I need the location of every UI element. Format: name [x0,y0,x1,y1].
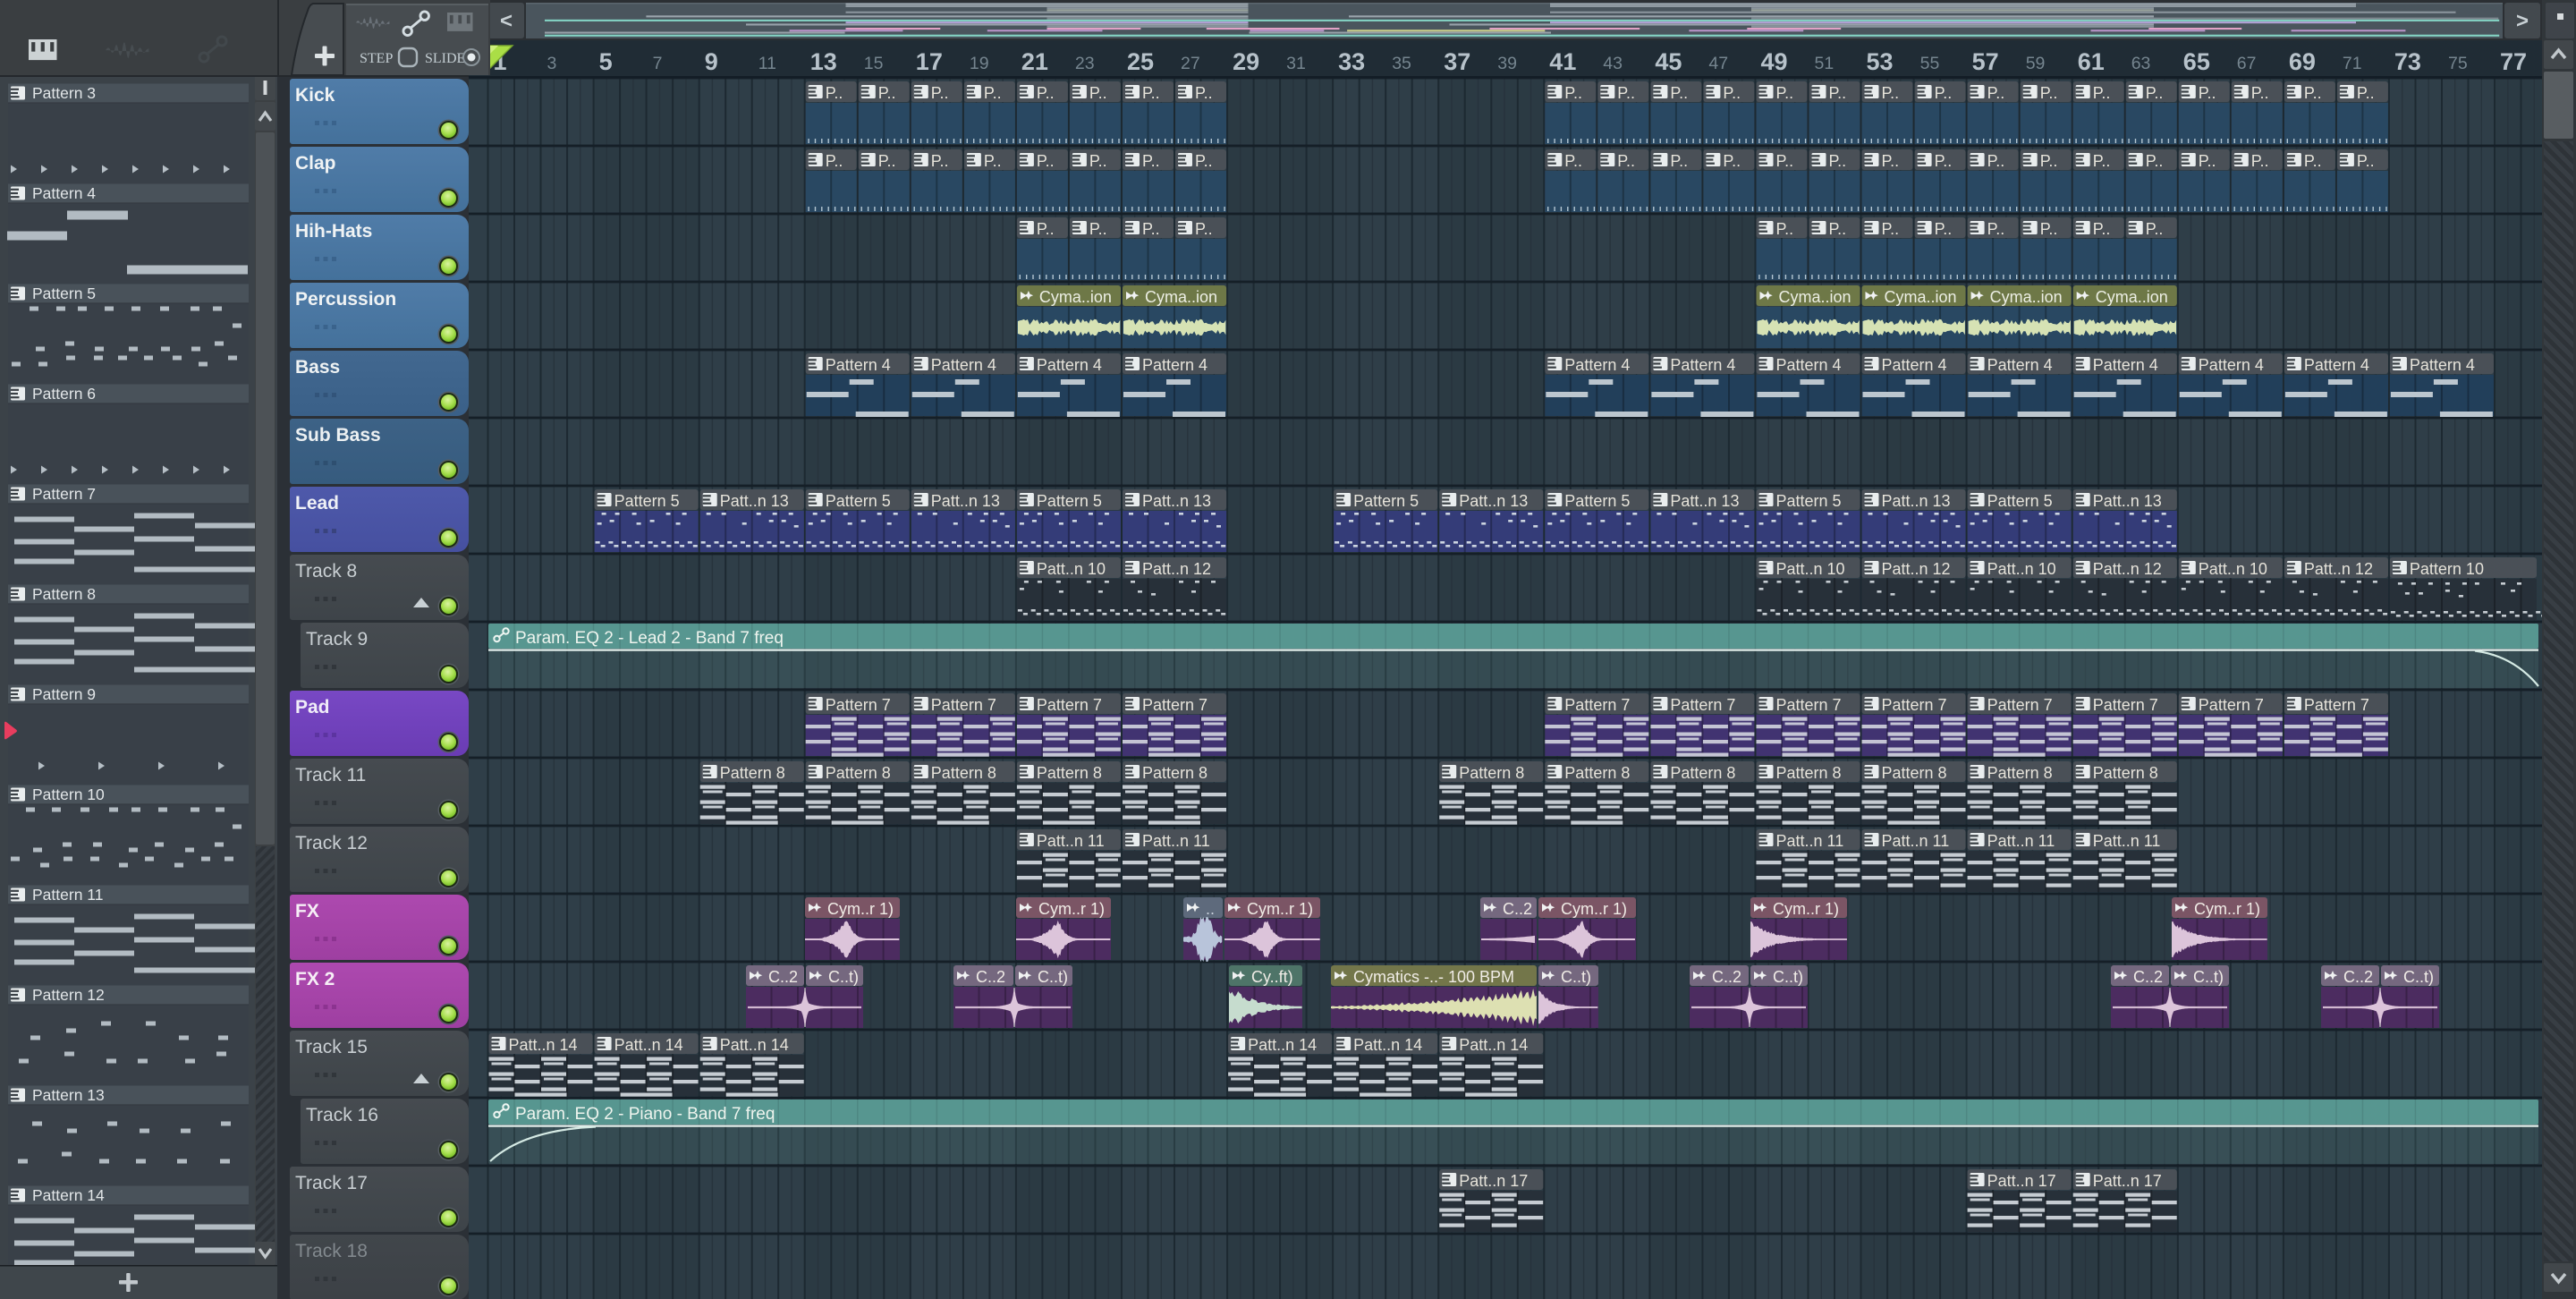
svg-text:3: 3 [547,54,557,73]
svg-text:15: 15 [864,54,884,73]
svg-text:77: 77 [2500,48,2527,75]
svg-text:C..2: C..2 [1712,968,1741,986]
svg-text:C..2: C..2 [2133,968,2163,986]
svg-text:C..t): C..t) [1038,968,1068,986]
svg-text:31: 31 [1286,54,1306,73]
svg-text:C..2: C..2 [768,968,798,986]
svg-text:37: 37 [1444,48,1470,75]
svg-text:69: 69 [2289,48,2316,75]
svg-text:21: 21 [1021,48,1048,75]
svg-text:SLIDE: SLIDE [425,51,465,66]
svg-text:C..2: C..2 [2343,968,2373,986]
svg-text:63: 63 [2131,54,2151,73]
svg-text:Param. EQ 2 - Lead 2 - Band 7: Param. EQ 2 - Lead 2 - Band 7 freq [515,629,784,648]
svg-text:23: 23 [1075,54,1095,73]
svg-text:17: 17 [916,48,943,75]
svg-text:51: 51 [1815,54,1835,73]
svg-text:29: 29 [1233,48,1259,75]
svg-text:67: 67 [2237,54,2257,73]
svg-text:53: 53 [1867,48,1894,75]
svg-text:39: 39 [1497,54,1517,73]
svg-text:Cymatics -..- 100 BPM: Cymatics -..- 100 BPM [1353,968,1514,986]
svg-text:59: 59 [2026,54,2046,73]
svg-text:Cym..r 1): Cym..r 1) [2194,900,2260,918]
svg-text:Pattern 11: Pattern 11 [32,886,103,904]
svg-text:73: 73 [2394,48,2421,75]
svg-text:Pattern 12: Pattern 12 [32,986,105,1004]
svg-text:Pattern 4: Pattern 4 [32,184,96,202]
svg-text:Pattern 6: Pattern 6 [32,385,96,403]
svg-text:>: > [2516,9,2529,33]
svg-text:C..t): C..t) [1773,968,1803,986]
svg-text:Cym..r 1): Cym..r 1) [1247,900,1313,918]
svg-text:71: 71 [2343,54,2362,73]
svg-text:Pattern 3: Pattern 3 [32,84,96,102]
svg-text:Cym..r 1): Cym..r 1) [1038,900,1105,918]
svg-text:Cym..r 1): Cym..r 1) [1773,900,1839,918]
svg-text:5: 5 [599,48,613,75]
svg-text:19: 19 [970,54,989,73]
svg-text:57: 57 [1972,48,1999,75]
svg-text:STEP: STEP [360,51,393,66]
svg-text:Cym..r 1): Cym..r 1) [1561,900,1627,918]
svg-text:55: 55 [1920,54,1940,73]
svg-text:Pattern 5: Pattern 5 [32,284,96,302]
svg-text:Pattern 8: Pattern 8 [32,585,96,603]
svg-text:45: 45 [1655,48,1682,75]
svg-text:Param. EQ 2 - Piano - Band 7 f: Param. EQ 2 - Piano - Band 7 freq [515,1105,775,1124]
svg-text:Pattern 10: Pattern 10 [2410,560,2484,578]
svg-text:43: 43 [1603,54,1623,73]
svg-text:49: 49 [1761,48,1788,75]
svg-text:65: 65 [2183,48,2210,75]
svg-text:Cy..ft): Cy..ft) [1251,968,1293,986]
svg-text:75: 75 [2448,54,2468,73]
svg-text:35: 35 [1392,54,1411,73]
svg-text:Pattern 10: Pattern 10 [32,785,105,803]
svg-text:47: 47 [1708,54,1728,73]
svg-text:Pattern 9: Pattern 9 [32,685,96,703]
svg-text:<: < [500,9,513,33]
svg-text:41: 41 [1549,48,1576,75]
svg-text:Pattern 13: Pattern 13 [32,1086,105,1104]
svg-text:C..t): C..t) [1561,968,1591,986]
svg-text:11: 11 [758,54,776,73]
svg-text:33: 33 [1338,48,1365,75]
svg-text:C..2: C..2 [976,968,1005,986]
svg-text:C..t): C..t) [2403,968,2434,986]
svg-text:C..t): C..t) [828,968,859,986]
svg-text:25: 25 [1127,48,1154,75]
svg-text:61: 61 [2078,48,2105,75]
svg-text:Cym..r 1): Cym..r 1) [827,900,894,918]
svg-text:27: 27 [1181,54,1200,73]
svg-text:13: 13 [810,48,837,75]
svg-text:..: .. [1206,900,1215,918]
svg-text:Pattern 7: Pattern 7 [32,485,96,503]
svg-text:C..2: C..2 [1503,900,1532,918]
svg-text:C..t): C..t) [2193,968,2224,986]
svg-text:9: 9 [705,48,718,75]
svg-text:7: 7 [653,54,663,73]
svg-text:Pattern 14: Pattern 14 [32,1186,105,1204]
